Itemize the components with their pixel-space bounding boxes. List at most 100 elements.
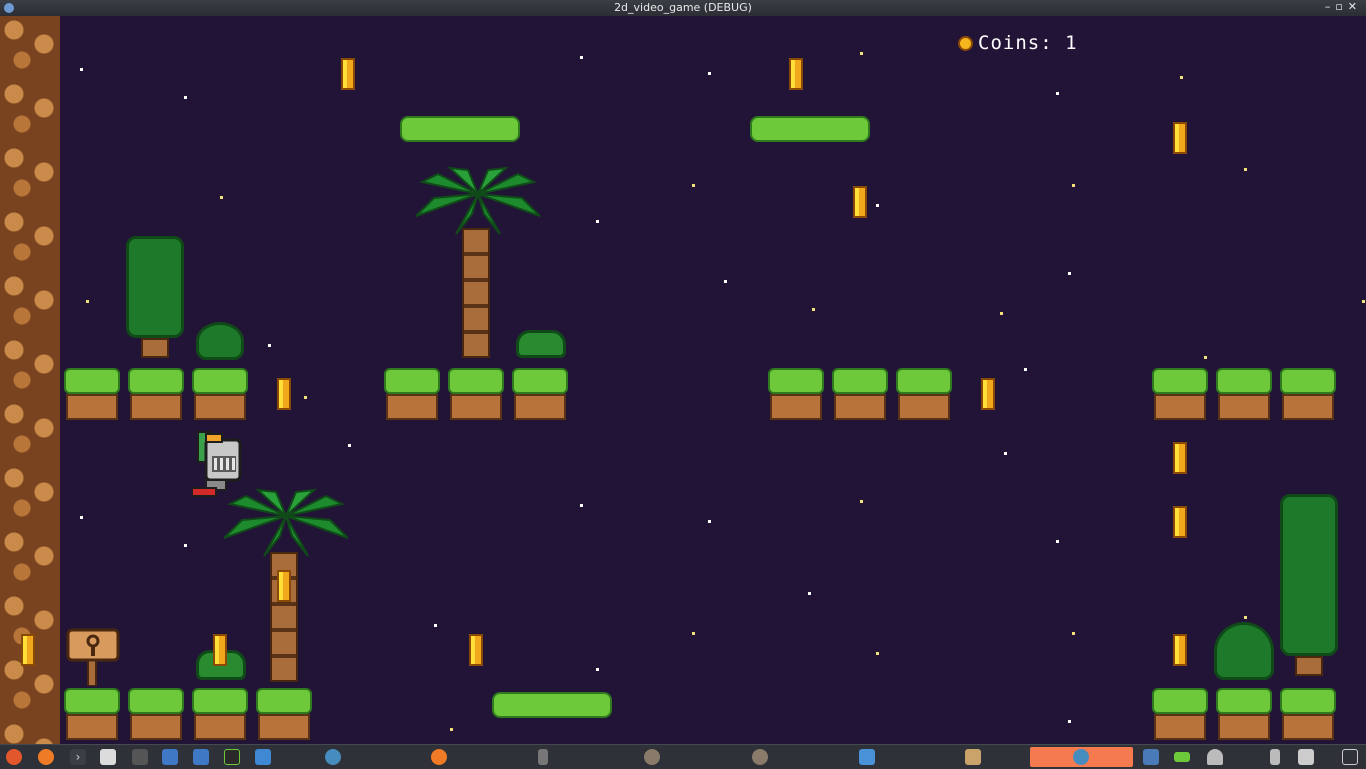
tall-tree <box>1280 494 1338 656</box>
star <box>86 300 89 303</box>
firefox-icon[interactable] <box>431 749 447 765</box>
grass-block <box>128 688 184 740</box>
coin <box>341 58 355 90</box>
tree-stump <box>141 338 169 358</box>
star <box>812 308 815 311</box>
star <box>692 632 695 635</box>
star <box>724 280 727 283</box>
grass-block <box>448 368 504 420</box>
star <box>876 204 879 207</box>
folder-icon[interactable] <box>859 749 875 765</box>
star <box>348 444 351 447</box>
firefox-icon[interactable] <box>38 749 54 765</box>
star <box>580 504 583 507</box>
star <box>1180 76 1183 79</box>
usb-icon[interactable] <box>538 749 548 765</box>
star <box>1244 168 1247 171</box>
grass-block <box>832 368 888 420</box>
gimp-icon[interactable] <box>752 749 768 765</box>
star <box>184 544 187 547</box>
coin-icon <box>958 36 973 51</box>
coin-counter-label: Coins: 1 <box>978 32 1078 54</box>
palm-tree-leaves <box>416 166 540 235</box>
window-titlebar[interactable]: 2d_video_game (DEBUG) –▫✕ <box>0 0 1366 16</box>
star <box>304 396 307 399</box>
star <box>580 56 583 59</box>
coin <box>277 570 291 602</box>
window-title: 2d_video_game (DEBUG) <box>614 1 752 14</box>
grass-block <box>1152 688 1208 740</box>
coin <box>1173 122 1187 154</box>
grass-block <box>896 368 952 420</box>
player-knight <box>192 431 242 497</box>
battery-icon[interactable] <box>1174 752 1190 762</box>
ubuntu-menu-icon[interactable] <box>6 749 22 765</box>
volume-icon[interactable] <box>1298 749 1314 765</box>
grass-block <box>1280 368 1336 420</box>
coin <box>1173 442 1187 474</box>
floating-platform <box>492 692 612 718</box>
star <box>450 728 453 731</box>
coin <box>213 634 227 666</box>
coin <box>1173 634 1187 666</box>
star <box>708 72 711 75</box>
godot-active-icon[interactable] <box>1073 749 1089 765</box>
maximize-icon[interactable]: ▫ <box>1335 0 1347 13</box>
usb-icon[interactable] <box>132 749 148 765</box>
star <box>876 652 879 655</box>
grass-block <box>192 688 248 740</box>
star <box>692 184 695 187</box>
gimp-icon[interactable] <box>644 749 660 765</box>
coin-counter: Coins: 1 <box>958 32 1078 54</box>
star <box>808 592 811 595</box>
star <box>220 196 223 199</box>
usb-tray-icon[interactable] <box>1270 749 1280 765</box>
star <box>80 516 83 519</box>
star <box>268 344 271 347</box>
screenshot-icon[interactable] <box>162 749 178 765</box>
star <box>1056 540 1059 543</box>
flower-bush <box>516 330 566 358</box>
floating-platform <box>400 116 520 142</box>
grass-block <box>1152 368 1208 420</box>
info-icon[interactable] <box>100 749 116 765</box>
grass-block <box>1216 688 1272 740</box>
star <box>1204 356 1207 359</box>
star <box>184 96 187 99</box>
grass-block <box>64 368 120 420</box>
close-icon[interactable]: ✕ <box>1348 0 1362 13</box>
taskbar: › <box>0 744 1366 769</box>
terminal-icon[interactable]: › <box>70 749 86 765</box>
window-controls: –▫✕ <box>1325 0 1362 13</box>
grass-block <box>1216 368 1272 420</box>
star <box>596 220 599 223</box>
star <box>860 52 863 55</box>
archive-icon[interactable] <box>965 749 981 765</box>
network-icon[interactable] <box>1143 749 1159 765</box>
star <box>1024 368 1027 371</box>
star <box>1072 184 1075 187</box>
tree-stump <box>1295 656 1323 676</box>
star <box>860 500 863 503</box>
star <box>708 520 711 523</box>
file-manager-icon[interactable] <box>255 749 271 765</box>
coin <box>469 634 483 666</box>
coin <box>853 186 867 218</box>
star <box>434 624 437 627</box>
game-viewport[interactable]: Coins: 1 <box>0 16 1366 744</box>
grass-block <box>512 368 568 420</box>
text-editor-icon[interactable] <box>193 749 209 765</box>
bush <box>1214 622 1274 680</box>
code-icon[interactable] <box>224 749 240 765</box>
star <box>1362 300 1365 303</box>
coin <box>21 634 35 666</box>
show-desktop-icon[interactable] <box>1342 749 1358 765</box>
floating-platform <box>750 116 870 142</box>
godot-icon[interactable] <box>325 749 341 765</box>
star <box>596 668 599 671</box>
grass-block <box>128 368 184 420</box>
minimize-icon[interactable]: – <box>1325 0 1336 13</box>
grass-block <box>384 368 440 420</box>
grass-block <box>256 688 312 740</box>
bell-icon[interactable] <box>1207 749 1223 765</box>
